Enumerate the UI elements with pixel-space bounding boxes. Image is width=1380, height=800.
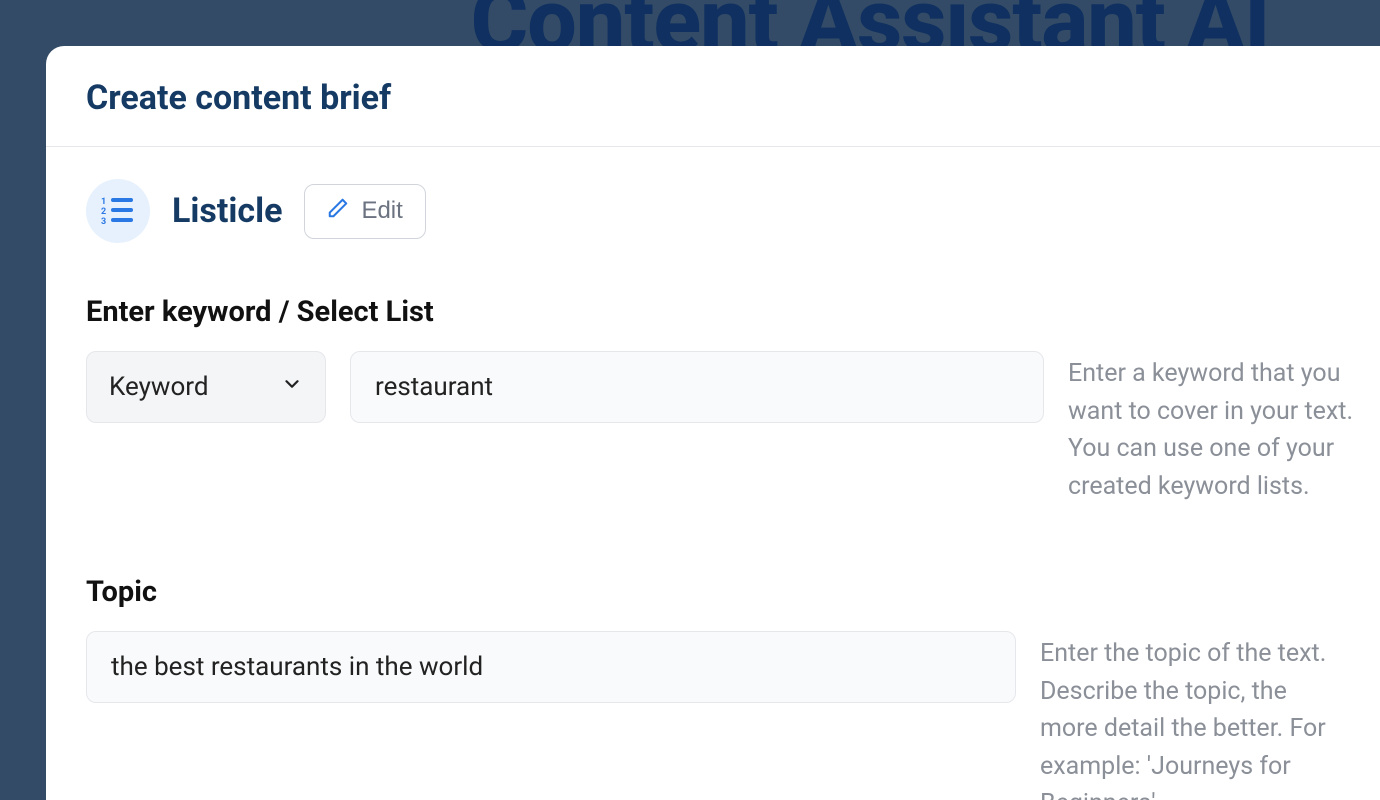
edit-button-label: Edit	[361, 197, 402, 225]
topic-help-text: Enter the topic of the text. Describe th…	[1040, 631, 1340, 800]
keyword-mode-value: Keyword	[109, 372, 209, 402]
keyword-row: Keyword Enter a keyword that you want to…	[86, 351, 1340, 505]
chevron-down-icon	[281, 372, 303, 402]
content-type-title: Listicle	[172, 191, 282, 231]
pencil-icon	[327, 197, 349, 226]
topic-input[interactable]	[86, 631, 1016, 703]
svg-text:3: 3	[101, 217, 106, 226]
edit-content-type-button[interactable]: Edit	[304, 184, 425, 239]
topic-section-label: Topic	[86, 575, 1340, 609]
panel-body: 1 2 3 Listicle Edit Enter keyword / Sele	[46, 147, 1380, 800]
topic-row: Enter the topic of the text. Describe th…	[86, 631, 1340, 800]
svg-text:2: 2	[101, 207, 106, 217]
keyword-mode-select[interactable]: Keyword	[86, 351, 326, 423]
keyword-help-text: Enter a keyword that you want to cover i…	[1068, 351, 1368, 505]
keyword-input[interactable]	[350, 351, 1044, 423]
panel-title: Create content brief	[86, 78, 1340, 118]
svg-text:1: 1	[101, 197, 106, 207]
panel-header: Create content brief	[46, 46, 1380, 147]
content-type-row: 1 2 3 Listicle Edit	[86, 179, 1340, 243]
listicle-icon: 1 2 3	[86, 179, 150, 243]
content-brief-panel: Create content brief 1 2 3 Listicle	[46, 46, 1380, 800]
keyword-section-label: Enter keyword / Select List	[86, 295, 1340, 329]
